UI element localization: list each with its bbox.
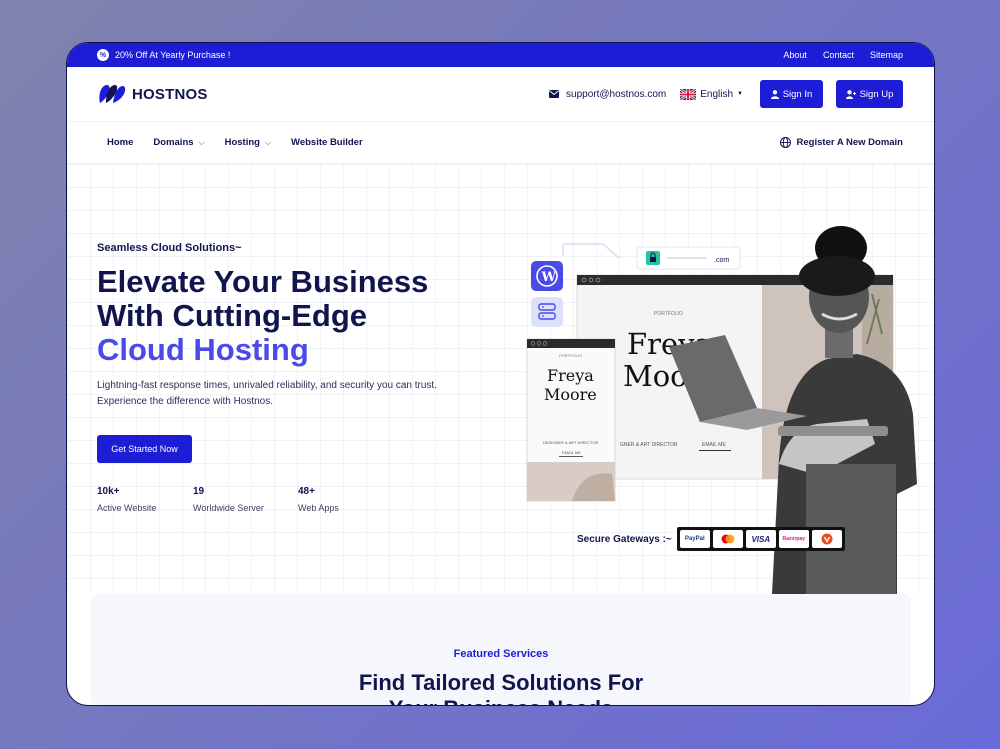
header-actions: support@hostnos.com English ▼ Sign In Si… <box>549 80 903 108</box>
featured-tag: Featured Services <box>453 648 549 660</box>
promo-text: 20% Off At Yearly Purchase ! <box>115 50 231 60</box>
language-select[interactable]: English ▼ <box>680 88 743 100</box>
phone-name-last: Moore <box>544 385 597 404</box>
nav-item-home[interactable]: Home <box>107 137 133 148</box>
sign-in-label: Sign In <box>782 88 813 100</box>
user-plus-icon <box>845 89 856 99</box>
site-header: HOSTNOS support@hostnos.com English ▼ Si… <box>67 67 934 122</box>
nav-item-hosting[interactable]: Hosting ⌵ <box>225 137 271 148</box>
featured-title: Find Tailored Solutions For Your Busines… <box>91 670 911 705</box>
sign-in-button[interactable]: Sign In <box>760 80 823 108</box>
register-label: Register A New Domain <box>796 137 903 148</box>
about-link[interactable]: About <box>783 50 807 60</box>
chevron-down-icon: ⌵ <box>198 137 205 147</box>
logo-text: HOSTNOS <box>132 85 208 103</box>
designer-label-large: GNER & ART DIRECTOR <box>620 442 678 448</box>
promo-bar: % 20% Off At Yearly Purchase ! About Con… <box>67 43 934 67</box>
sign-up-button[interactable]: Sign Up <box>836 80 903 108</box>
nav-label: Domains <box>153 137 194 148</box>
portfolio-label-small: PORTFOLIO <box>559 353 582 358</box>
portfolio-label-large: PORTFOLIO <box>654 311 683 317</box>
mail-icon <box>549 90 560 98</box>
register-domain-link[interactable]: Register A New Domain <box>779 137 903 148</box>
server-icon <box>531 297 563 327</box>
logo[interactable]: HOSTNOS <box>98 83 208 105</box>
nav-label: Hosting <box>224 137 260 148</box>
featured-services-section: Featured Services Find Tailored Solution… <box>91 594 911 705</box>
main-nav: Home Domains ⌵ Hosting ⌵ Website Builder R… <box>67 122 934 164</box>
svg-text:W: W <box>541 270 557 285</box>
email-label-small: EMAIL ME <box>562 450 581 455</box>
globe-icon <box>779 137 791 148</box>
promo: % 20% Off At Yearly Purchase ! <box>97 49 230 61</box>
sitemap-link[interactable]: Sitemap <box>870 50 903 60</box>
paypal-icon: PayPal <box>679 530 710 548</box>
nav-menu: Home Domains ⌵ Hosting ⌵ Website Builder <box>107 137 383 148</box>
email-text: support@hostnos.com <box>566 88 667 100</box>
nav-item-domains[interactable]: Domains ⌵ <box>153 137 204 148</box>
nav-label: Home <box>107 137 134 148</box>
contact-link[interactable]: Contact <box>823 50 854 60</box>
hero-section: Seamless Cloud Solutions~ Elevate Your B… <box>67 164 934 594</box>
phone-name-first: Freya <box>547 366 594 385</box>
percent-icon: % <box>97 49 109 61</box>
gateways-label: Secure Gateways :~ <box>577 533 672 545</box>
portfolio-phone: PORTFOLIO Freya Moore DESIGNER & ART DIR… <box>526 338 616 502</box>
wordpress-icon: W <box>531 261 563 291</box>
sign-up-label: Sign Up <box>859 88 894 100</box>
domain-suffix: .com <box>714 257 729 264</box>
user-icon <box>770 89 779 99</box>
razorpay-icon: Razorpay <box>778 530 809 548</box>
support-email[interactable]: support@hostnos.com <box>549 89 666 100</box>
logo-icon <box>99 85 126 103</box>
browser-frame: % 20% Off At Yearly Purchase ! About Con… <box>66 42 935 706</box>
caret-down-icon: ▼ <box>737 91 743 97</box>
payment-cards: PayPal VISA Razorpay <box>676 527 845 551</box>
connector-line <box>562 243 620 259</box>
secure-gateways: Secure Gateways :~ PayPal VISA Razorpay <box>577 527 845 551</box>
upi-icon <box>811 530 842 548</box>
featured-title-line1: Find Tailored Solutions For <box>358 670 644 695</box>
visa-icon: VISA <box>745 530 776 548</box>
chevron-down-icon: ⌵ <box>264 137 272 147</box>
domain-bar: .com <box>636 246 741 270</box>
top-links: About Contact Sitemap <box>783 50 903 60</box>
email-label-large: EMAIL ME <box>702 442 726 448</box>
designer-label-small: DESIGNER & ART DIRECTOR <box>543 440 598 445</box>
nav-label: Website Builder <box>291 137 363 148</box>
language-label: English <box>700 88 734 100</box>
featured-title-line2: Your Business Needs <box>91 696 911 705</box>
mastercard-icon <box>712 530 743 548</box>
nav-item-website-builder[interactable]: Website Builder <box>291 137 363 148</box>
uk-flag-icon <box>680 88 697 100</box>
